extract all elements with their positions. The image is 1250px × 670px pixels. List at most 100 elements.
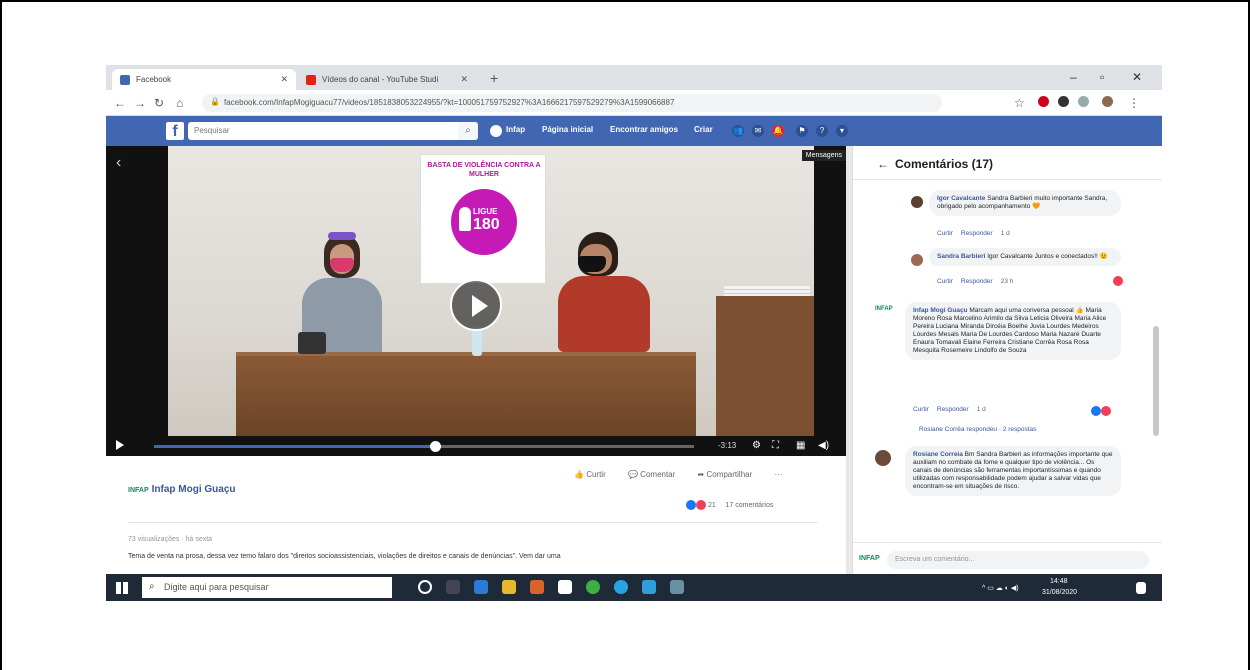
close-window-icon[interactable]: ✕ [1132, 70, 1142, 84]
app-icon[interactable] [530, 580, 544, 594]
facebook-logo[interactable]: f [166, 122, 184, 140]
app-icon[interactable] [670, 580, 684, 594]
search-icon: ⌕ [149, 581, 155, 592]
home-icon[interactable]: ⌂ [176, 96, 183, 110]
screenshot-frame: Facebook ✕ Vídeos do canal - YouTube Stu… [0, 0, 1250, 670]
view-replies-link[interactable]: Rosiane Corrêa respondeu · 2 respostas [919, 426, 1036, 433]
comments-panel: ← Comentários (17) Igor Cavalcante Sandra… [852, 146, 1162, 576]
reaction-count: 21 [707, 501, 716, 509]
video-player[interactable]: ‹ BASTA DE VIOLÊNCIA CONTRA A MULHER LIG… [106, 146, 846, 456]
woman-figure-icon [459, 207, 471, 231]
nav-create[interactable]: Criar [694, 125, 713, 134]
chrome-icon[interactable] [614, 580, 628, 594]
more-button[interactable]: ··· [775, 470, 783, 479]
notification-center-icon[interactable] [1136, 582, 1146, 594]
progress-fill [154, 445, 435, 448]
nav-home[interactable]: Página inicial [542, 125, 593, 134]
play-button[interactable] [450, 279, 502, 331]
poster-logo: LIGUE 180 [451, 189, 517, 255]
volume-icon[interactable]: ◀) [818, 440, 829, 451]
minimize-icon[interactable]: – [1070, 70, 1077, 84]
address-bar: ← → ↻ ⌂ 🔒 facebook.com/InfapMogiguacu77/… [106, 90, 1162, 116]
comment-2-meta: Curtir Responder 23 h [937, 278, 1014, 285]
tab-youtube-studio[interactable]: Vídeos do canal - YouTube Studi ✕ [298, 69, 476, 90]
back-chevron-icon[interactable]: ‹ [116, 154, 121, 172]
app-icon[interactable] [642, 580, 656, 594]
post-actions: 👍 Curtir 💬 Comentar ➦ Compartilhar ··· [574, 470, 793, 479]
close-icon[interactable]: ✕ [460, 74, 468, 85]
hd-settings-icon[interactable]: ⚙ [752, 440, 761, 451]
maximize-icon[interactable]: ▫ [1100, 70, 1104, 84]
search-icon[interactable]: ⌕ [458, 122, 478, 140]
clock-time[interactable]: 14:48 [1050, 578, 1068, 585]
tab-strip: Facebook ✕ Vídeos do canal - YouTube Stu… [106, 65, 1162, 90]
love-reaction-icon [1101, 405, 1111, 416]
extension-icon[interactable] [1058, 96, 1069, 107]
chevron-down-icon[interactable]: ▾ [836, 125, 848, 137]
reload-icon[interactable]: ↻ [154, 96, 164, 110]
url-input[interactable]: 🔒 facebook.com/InfapMogiguacu77/videos/1… [202, 94, 942, 112]
messenger-button[interactable]: Mensagens [801, 150, 846, 161]
progress-handle[interactable] [429, 441, 441, 452]
facebook-search-input[interactable]: Pesquisar [188, 122, 478, 140]
grid-icon[interactable]: ▦ [796, 440, 805, 451]
opera-extension-icon[interactable] [1038, 96, 1049, 107]
scrollbar[interactable] [1153, 326, 1159, 436]
system-tray-icons[interactable]: ^ ▭ ☁ ◐ ◀) [982, 584, 1019, 592]
edge-icon[interactable] [474, 580, 488, 594]
divider [128, 522, 818, 523]
youtube-favicon-icon [306, 75, 316, 85]
profile-avatar[interactable] [490, 125, 502, 137]
browser-window: Facebook ✕ Vídeos do canal - YouTube Stu… [106, 65, 1162, 601]
nav-find-friends[interactable]: Encontrar amigos [610, 125, 678, 134]
task-view-icon[interactable] [446, 580, 460, 594]
file-explorer-icon[interactable] [502, 580, 516, 594]
table [236, 356, 696, 436]
like-reaction-icon [686, 500, 696, 510]
comment-input[interactable]: Escreva um comentário... [887, 551, 1149, 569]
help-icon[interactable]: ? [816, 125, 828, 137]
comment-2: Sandra Barbieri Igor Cavalcante Juntos e… [929, 248, 1121, 266]
comment-count[interactable]: 17 comentários [725, 502, 773, 509]
cortana-icon[interactable] [418, 580, 432, 594]
clock-date[interactable]: 31/08/2020 [1042, 589, 1077, 596]
extension-icon[interactable] [1078, 96, 1089, 107]
windows-start-icon[interactable] [116, 582, 128, 594]
infap-logo[interactable]: INFAP [875, 306, 893, 316]
nav-profile[interactable]: Infap [506, 125, 525, 134]
url-text: facebook.com/InfapMogiguacu77/videos/185… [224, 98, 675, 107]
fullscreen-icon[interactable]: ⛶ [772, 440, 779, 451]
store-icon[interactable] [558, 580, 572, 594]
back-arrow-icon[interactable]: ← [114, 96, 126, 110]
share-button[interactable]: ➦ Compartilhar [698, 470, 763, 479]
profile-avatar[interactable] [1102, 96, 1113, 107]
page-name[interactable]: INFAP Infap Mogi Guaçu [128, 484, 236, 495]
reactions-summary[interactable]: 21 17 comentários [686, 500, 773, 510]
back-arrow-icon[interactable]: ← [877, 157, 889, 171]
comment-composer: INFAP Escreva um comentário... [853, 542, 1162, 576]
pages-icon[interactable]: ⚑ [796, 125, 808, 137]
notifications-icon[interactable]: 🔔 [772, 125, 784, 137]
new-tab-button[interactable]: + [490, 70, 498, 86]
composer-avatar: INFAP [859, 555, 880, 562]
messenger-icon[interactable]: ✉ [752, 125, 764, 137]
comment-button[interactable]: 💬 Comentar [628, 470, 685, 479]
taskbar-search-input[interactable]: ⌕ Digite aqui para pesquisar [142, 577, 392, 598]
play-icon [472, 295, 488, 317]
avatar[interactable] [911, 196, 923, 208]
page-logo: INFAP [128, 487, 149, 494]
poster-line1: LIGUE [473, 207, 498, 216]
facebook-favicon-icon [120, 75, 130, 85]
progress-slider[interactable] [154, 441, 694, 452]
close-icon[interactable]: ✕ [280, 74, 288, 85]
app-icon[interactable] [586, 580, 600, 594]
avatar[interactable] [911, 254, 923, 266]
friends-icon[interactable]: 👥 [732, 125, 744, 137]
avatar[interactable] [875, 450, 891, 466]
like-button[interactable]: 👍 Curtir [574, 470, 616, 479]
play-icon[interactable] [116, 440, 124, 450]
menu-dots-icon[interactable]: ⋮ [1128, 96, 1140, 110]
forward-arrow-icon[interactable]: → [134, 96, 146, 110]
star-icon[interactable]: ☆ [1014, 96, 1025, 110]
tab-facebook[interactable]: Facebook ✕ [112, 69, 296, 90]
